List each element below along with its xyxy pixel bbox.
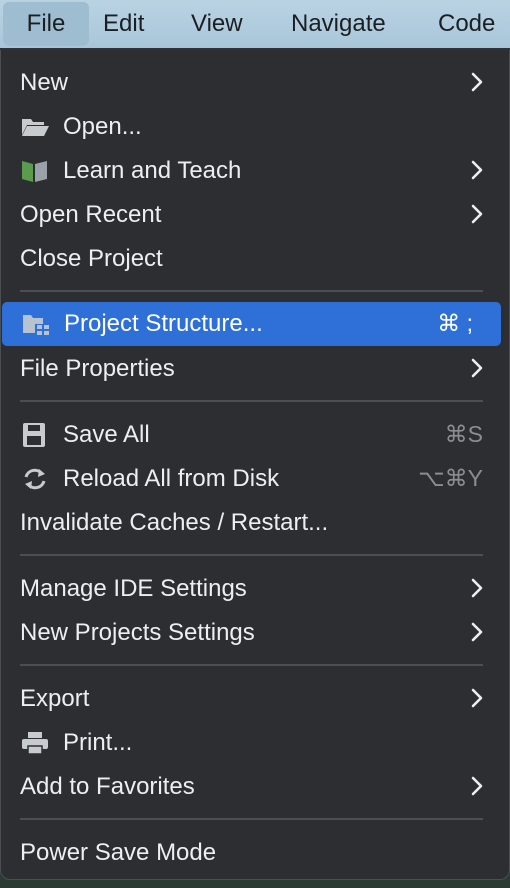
save-icon bbox=[23, 423, 45, 447]
menu-item-label: New Projects Settings bbox=[20, 619, 255, 646]
menu-item-file-properties[interactable]: File Properties bbox=[1, 347, 510, 391]
shortcut-label: ⌘S bbox=[444, 421, 483, 447]
menu-item-reload-all[interactable]: Reload All from Disk ⌥⌘Y bbox=[1, 457, 510, 501]
menu-item-open-recent[interactable]: Open Recent bbox=[1, 193, 510, 237]
menu-item-label: Add to Favorites bbox=[20, 773, 195, 800]
menu-item-add-to-favorites[interactable]: Add to Favorites bbox=[1, 765, 510, 809]
menu-item-close-project[interactable]: Close Project bbox=[1, 237, 510, 281]
menu-item-label: Project Structure... bbox=[64, 310, 263, 337]
menu-item-project-structure[interactable]: Project Structure... ⌘ ; bbox=[2, 302, 501, 346]
project-structure-icon bbox=[23, 315, 49, 335]
menu-item-open[interactable]: Open... bbox=[1, 105, 510, 149]
menu-item-label: Print... bbox=[63, 729, 133, 756]
chevron-right-icon bbox=[471, 622, 483, 642]
chevron-right-icon bbox=[471, 72, 483, 92]
menu-item-print[interactable]: Print... bbox=[1, 721, 510, 765]
shortcut-label: ⌥⌘Y bbox=[418, 465, 483, 491]
menu-separator bbox=[20, 554, 483, 556]
menu-item-label: Power Save Mode bbox=[20, 839, 217, 866]
menu-item-label: Invalidate Caches / Restart... bbox=[20, 509, 329, 536]
chevron-right-icon bbox=[471, 204, 483, 224]
menu-item-new-projects-settings[interactable]: New Projects Settings bbox=[1, 611, 510, 655]
menu-item-label: File Properties bbox=[20, 355, 175, 382]
menu-item-label: Open... bbox=[63, 113, 142, 140]
menu-item-label: Close Project bbox=[20, 245, 163, 272]
file-menu: New Open... Learn and Teach Open Recent … bbox=[0, 50, 510, 880]
menubar-navigate[interactable]: Navigate bbox=[291, 0, 386, 48]
menubar-view[interactable]: View bbox=[191, 0, 243, 48]
menu-item-label: Open Recent bbox=[20, 201, 162, 228]
chevron-right-icon bbox=[471, 776, 483, 796]
menu-item-manage-ide-settings[interactable]: Manage IDE Settings bbox=[1, 567, 510, 611]
menubar-code[interactable]: Code bbox=[438, 0, 495, 48]
menubar-edit[interactable]: Edit bbox=[103, 0, 144, 48]
book-icon bbox=[22, 161, 47, 182]
folder-open-icon bbox=[22, 119, 49, 136]
menu-bar: File Edit View Navigate Code bbox=[0, 0, 510, 48]
chevron-right-icon bbox=[471, 578, 483, 598]
printer-icon bbox=[22, 732, 48, 755]
menu-item-power-save-mode[interactable]: Power Save Mode bbox=[1, 831, 510, 875]
menu-item-export[interactable]: Export bbox=[1, 677, 510, 721]
menubar-file[interactable]: File bbox=[3, 2, 89, 46]
menu-item-label: New bbox=[20, 69, 69, 96]
menu-separator bbox=[20, 290, 483, 292]
menu-separator bbox=[20, 818, 483, 820]
menu-separator bbox=[20, 400, 483, 402]
menu-item-label: Reload All from Disk bbox=[63, 465, 280, 492]
shortcut-label: ⌘ ; bbox=[437, 310, 473, 336]
menu-item-learn-and-teach[interactable]: Learn and Teach bbox=[1, 149, 510, 193]
menu-item-invalidate-caches[interactable]: Invalidate Caches / Restart... bbox=[1, 501, 510, 545]
menu-item-new[interactable]: New bbox=[1, 61, 510, 105]
reload-icon bbox=[24, 468, 46, 490]
menu-item-label: Manage IDE Settings bbox=[20, 575, 247, 602]
menu-item-label: Save All bbox=[63, 421, 150, 448]
menu-item-label: Learn and Teach bbox=[63, 157, 242, 184]
menu-item-label: Export bbox=[20, 685, 90, 712]
menu-separator bbox=[20, 664, 483, 666]
chevron-right-icon bbox=[471, 160, 483, 180]
menu-item-save-all[interactable]: Save All ⌘S bbox=[1, 413, 510, 457]
chevron-right-icon bbox=[471, 688, 483, 708]
chevron-right-icon bbox=[471, 358, 483, 378]
